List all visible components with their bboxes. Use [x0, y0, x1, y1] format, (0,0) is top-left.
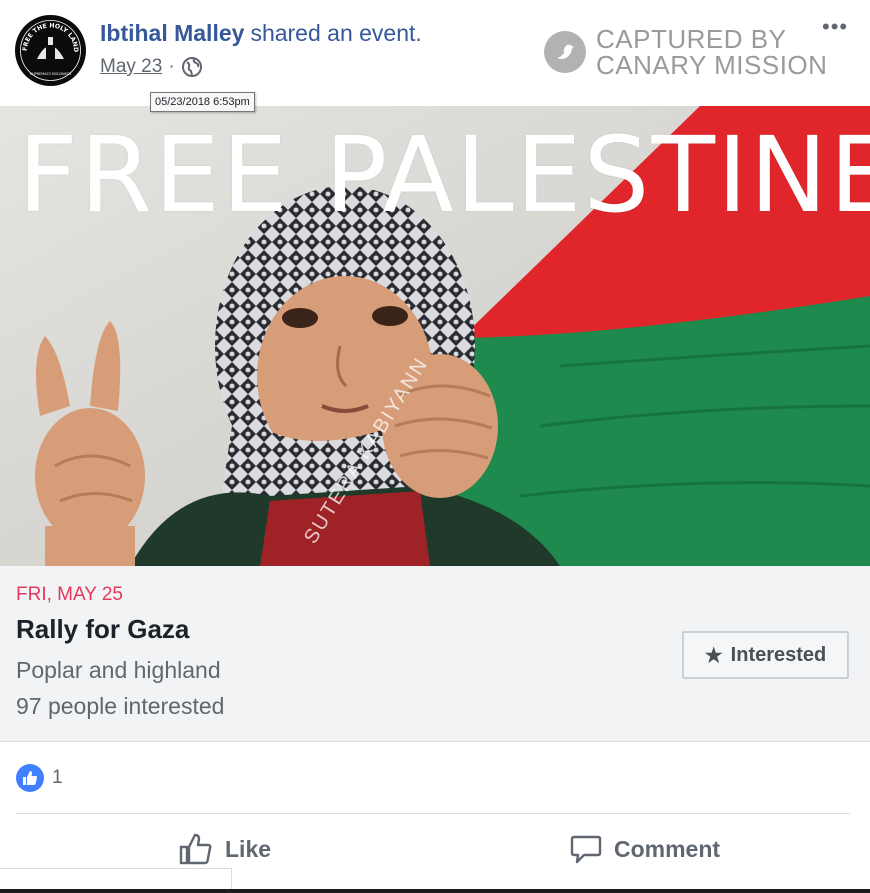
bottom-border — [0, 889, 870, 893]
interested-button-label: Interested — [730, 643, 827, 666]
canary-mission-watermark: CAPTURED BY CANARY MISSION — [544, 26, 827, 78]
meta-separator: · — [168, 56, 175, 77]
interested-button[interactable]: ★ Interested — [682, 631, 849, 679]
timestamp-tooltip: 05/23/2018 6:53pm — [150, 92, 255, 112]
like-thumb-icon — [179, 833, 212, 865]
comment-button-label: Comment — [614, 835, 721, 862]
comment-bubble-icon — [570, 835, 602, 864]
post-action-text: shared an event. — [250, 20, 422, 46]
bottom-panel — [0, 868, 232, 890]
comment-button[interactable]: Comment — [570, 828, 720, 870]
like-button[interactable]: Like — [179, 828, 271, 870]
author-name-link[interactable]: Ibtihal Malley — [100, 20, 244, 46]
avatar[interactable]: FREE THE HOLY LAND S SUPREMACY BOLDNESS — [15, 15, 86, 86]
post-meta: May 23 · — [100, 56, 203, 78]
watermark-line2: CANARY MISSION — [596, 50, 828, 80]
globe-icon[interactable] — [181, 56, 203, 78]
avatar-logo-icon: FREE THE HOLY LAND S SUPREMACY BOLDNESS — [15, 15, 86, 86]
star-icon: ★ — [704, 644, 723, 667]
watermark-line1: CAPTURED BY — [596, 24, 787, 54]
action-divider — [16, 813, 850, 814]
event-title-link[interactable]: Rally for Gaza — [16, 614, 189, 645]
event-details[interactable]: FRI, MAY 25 Rally for Gaza Poplar and hi… — [0, 566, 870, 742]
event-location: Poplar and highland — [16, 657, 221, 683]
avatar-text-bottom: SUPREMACY BOLDNESS — [30, 72, 72, 76]
cover-title: FREE PALESTINE — [18, 114, 870, 236]
author-line: Ibtihal Malley shared an event. — [100, 20, 422, 47]
post-header: FREE THE HOLY LAND S SUPREMACY BOLDNESS … — [0, 0, 870, 106]
more-options-button[interactable]: ••• — [822, 14, 848, 40]
thumbs-up-icon — [16, 764, 44, 792]
reaction-count: 1 — [52, 767, 63, 788]
canary-bird-icon — [544, 31, 586, 73]
event-cover-image[interactable]: FREE PALESTINE SUTERA KABIYANN — [0, 106, 870, 566]
post-date-link[interactable]: May 23 — [100, 56, 162, 78]
event-date: FRI, MAY 25 — [16, 584, 123, 605]
like-button-label: Like — [225, 835, 272, 862]
event-interested-count: 97 people interested — [16, 693, 225, 719]
reactions-summary[interactable]: 1 — [16, 764, 63, 792]
